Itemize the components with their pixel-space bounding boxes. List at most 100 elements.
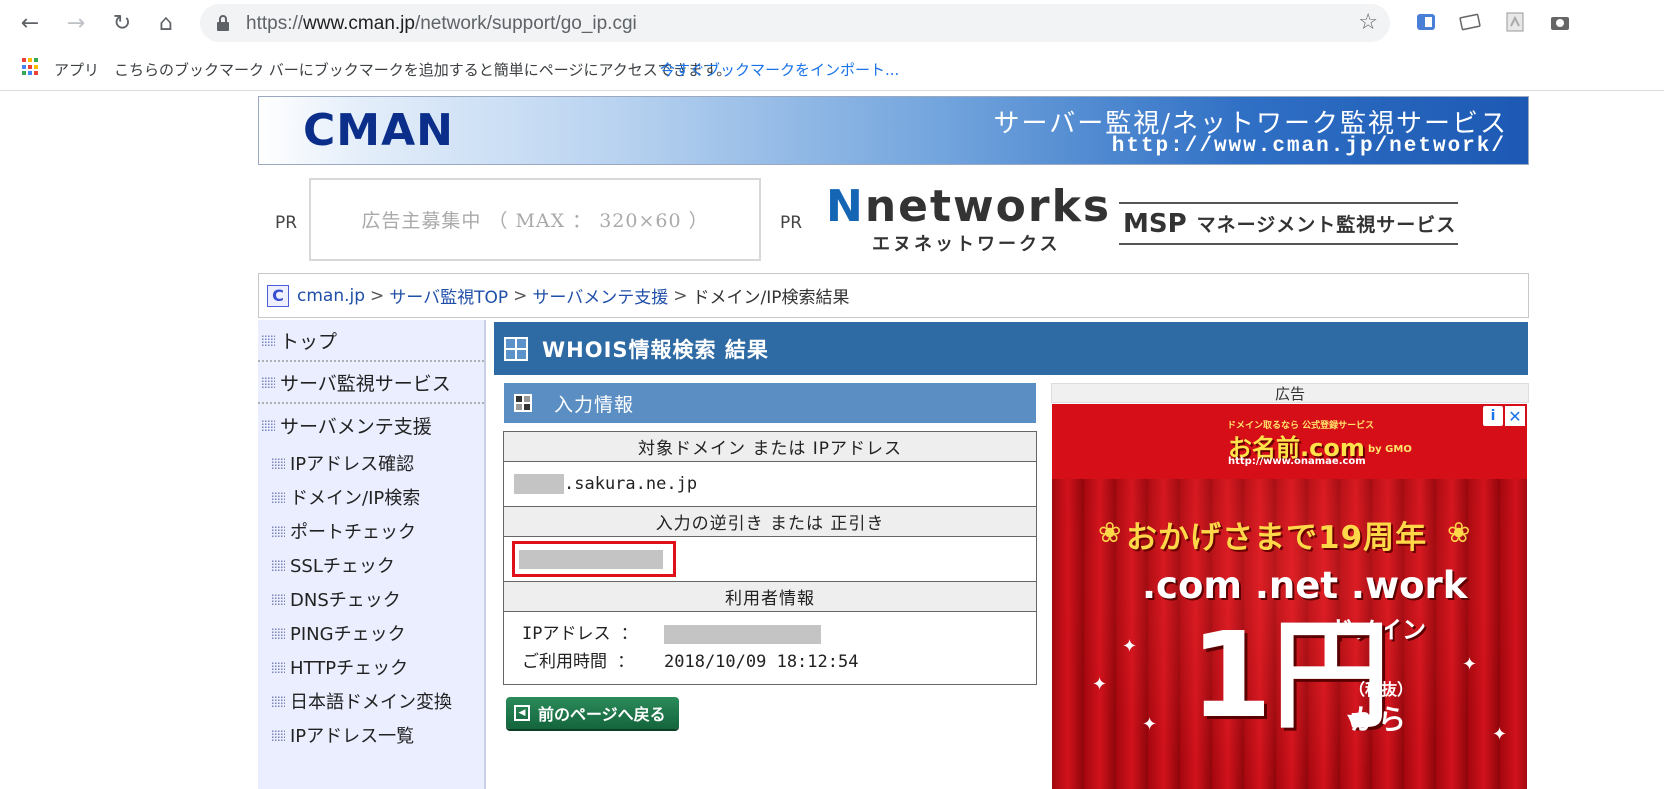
site-banner[interactable]: CMAN サーバー監視/ネットワーク監視サービス http://www.cman… [258, 96, 1529, 165]
back-page-button[interactable]: ◀ 前のページへ戻る [506, 697, 679, 729]
ad-close-icon[interactable]: ✕ [1505, 406, 1525, 426]
grid-bullet-icon [272, 558, 285, 572]
ip-label: IPアドレス ： [522, 624, 638, 644]
reverse-value-cell [504, 537, 1036, 582]
ad-label: 広告 [1051, 383, 1529, 403]
sidenav-sub-ping-check[interactable]: PINGチェック [258, 616, 484, 650]
cman-c-icon: C [267, 284, 289, 307]
sidenav-sub-ssl-check[interactable]: SSLチェック [258, 548, 484, 582]
page-title: WHOIS情報検索 結果 [542, 337, 769, 362]
grid-bullet-icon [262, 375, 275, 389]
sidenav-item-monitoring[interactable]: サーバ監視サービス [258, 362, 484, 404]
import-bookmarks-link[interactable]: 今すぐブックマークをインポート... [660, 59, 899, 80]
grid-bullet-icon [272, 626, 285, 640]
pr-label-right: PR [780, 213, 803, 233]
nnetworks-prefix: N [826, 181, 865, 232]
address-bar[interactable]: https://www.cman.jp/network/support/go_i… [200, 4, 1390, 42]
user-info-header: 利用者情報 [504, 582, 1036, 612]
grid-bullet-icon [272, 728, 285, 742]
sidenav-item-top[interactable]: トップ [258, 320, 484, 362]
sparkle-icon: ✦ [1092, 674, 1108, 695]
cman-logo: CMAN [303, 105, 454, 156]
redacted-block [514, 474, 564, 494]
forward-arrow-icon[interactable]: → [60, 7, 92, 39]
nnetworks-subtitle: エヌネットワークス [872, 234, 1061, 255]
onamae-ad[interactable]: ドメイン取るなら 公式登録サービス お名前.com by GMO http://… [1052, 404, 1527, 789]
reload-icon[interactable]: ↻ [106, 7, 138, 39]
sparkle-icon: ✦ [1142, 714, 1158, 735]
redacted-block [519, 549, 663, 569]
side-navigation: トップ サーバ監視サービス サーバメンテ支援 IPアドレス確認 ドメイン/IP検… [258, 320, 486, 789]
sparkle-icon: ✦ [1492, 724, 1508, 745]
reverse-header: 入力の逆引き または 正引き [504, 507, 1036, 537]
back-arrow-icon[interactable]: ← [14, 7, 46, 39]
ad-tlds: .com .net .work [1142, 564, 1468, 607]
nnetworks-logo[interactable]: Nnetworks エヌネットワークス [826, 181, 1109, 264]
pr-label-left: PR [275, 213, 298, 233]
breadcrumb-separator: > [370, 285, 385, 306]
sidenav-sub-domain-search[interactable]: ドメイン/IP検索 [258, 480, 484, 514]
apps-grid-icon[interactable] [22, 58, 40, 76]
sidenav-sub-jp-domain[interactable]: 日本語ドメイン変換 [258, 684, 484, 718]
grid-bullet-icon [272, 592, 285, 606]
grid-bullet-icon [272, 456, 285, 470]
grid-bullet-icon [272, 660, 285, 674]
window-grid-icon [504, 336, 528, 361]
sparkle-icon: ✦ [1122, 636, 1138, 657]
ad-brand-url: http://www.onamae.com [1228, 456, 1366, 467]
sidenav-sub-ip-list[interactable]: IPアドレス一覧 [258, 718, 484, 752]
time-label: ご利用時間 ： [522, 652, 635, 672]
browser-toolbar: ← → ↻ ⌂ https://www.cman.jp/network/supp… [0, 0, 1664, 46]
banner-url: http://www.cman.jp/network/ [1111, 135, 1506, 158]
grid-bullet-icon [272, 490, 285, 504]
extension-notes-icon[interactable] [1458, 10, 1482, 34]
url-text: https://www.cman.jp/network/support/go_i… [246, 13, 637, 34]
laurel-right-icon: ❀ [1447, 516, 1471, 549]
bookmarks-bar: アプリ こちらのブックマーク バーにブックマークを追加すると簡単にページにアクセ… [0, 46, 1664, 91]
breadcrumb-link-home[interactable]: cman.jp [297, 286, 365, 306]
time-value: 2018/10/09 18:12:54 [664, 652, 859, 672]
redacted-block [664, 624, 821, 644]
page-title-bar: WHOIS情報検索 結果 [494, 322, 1528, 375]
msp-big-text: MSP [1123, 208, 1187, 239]
grid-bullet-icon [272, 524, 285, 538]
grid-bullet-icon [262, 333, 275, 347]
extension-translate-icon[interactable] [1414, 10, 1438, 34]
apps-link[interactable]: アプリ [54, 59, 99, 80]
sidenav-sub-http-check[interactable]: HTTPチェック [258, 650, 484, 684]
bookmark-star-icon[interactable]: ☆ [1358, 10, 1378, 35]
sidenav-sub-ip-check[interactable]: IPアドレス確認 [258, 446, 484, 480]
ad-info-icon[interactable]: i [1483, 406, 1503, 426]
section-grid-icon [514, 394, 532, 412]
domain-header: 対象ドメイン または IPアドレス [504, 432, 1036, 462]
result-table: 対象ドメイン または IPアドレス .sakura.ne.jp 入力の逆引き ま… [503, 431, 1037, 685]
ad-placeholder-box[interactable]: 広告主募集中 （ MAX ： 320×60 ） [309, 178, 761, 261]
ad-anniversary: おかげさまで19周年 [1126, 520, 1428, 556]
grid-bullet-icon [272, 694, 285, 708]
ad-tax: （税抜） [1349, 680, 1414, 699]
breadcrumb-link-monitoring-top[interactable]: サーバ監視TOP [389, 283, 508, 308]
section-header: 入力情報 [504, 383, 1036, 423]
ad-placeholder-text: 広告主募集中 （ MAX ： 320×60 ） [361, 210, 709, 232]
user-info-cell: IPアドレス ： ご利用時間 ： 2018/10/09 18:12:54 [504, 612, 1036, 684]
sidenav-sub-dns-check[interactable]: DNSチェック [258, 582, 484, 616]
ad-from: から [1350, 703, 1407, 736]
grid-bullet-icon [262, 418, 275, 432]
msp-banner[interactable]: MSP マネージメント監視サービス [1119, 202, 1458, 245]
breadcrumb: C cman.jp > サーバ監視TOP > サーバメンテ支援 > ドメイン/I… [258, 273, 1529, 318]
lock-icon [217, 15, 229, 31]
domain-value: .sakura.ne.jp [564, 474, 698, 494]
breadcrumb-separator: > [673, 285, 688, 306]
section-title: 入力情報 [554, 393, 635, 416]
msp-small-text: マネージメント監視サービス [1196, 214, 1457, 236]
bookmarks-message: こちらのブックマーク バーにブックマークを追加すると簡単にページにアクセスできま… [114, 61, 732, 79]
extension-pdf-icon[interactable] [1503, 10, 1527, 34]
home-icon[interactable]: ⌂ [150, 7, 182, 39]
sidenav-item-maintenance[interactable]: サーバメンテ支援 [258, 404, 484, 446]
sidenav-sub-port-check[interactable]: ポートチェック [258, 514, 484, 548]
nnetworks-word: networks [864, 181, 1112, 232]
extension-camera-icon[interactable] [1548, 10, 1572, 34]
breadcrumb-link-maintenance[interactable]: サーバメンテ支援 [532, 283, 668, 308]
laurel-left-icon: ❀ [1098, 516, 1122, 549]
sparkle-icon: ✦ [1462, 654, 1478, 675]
